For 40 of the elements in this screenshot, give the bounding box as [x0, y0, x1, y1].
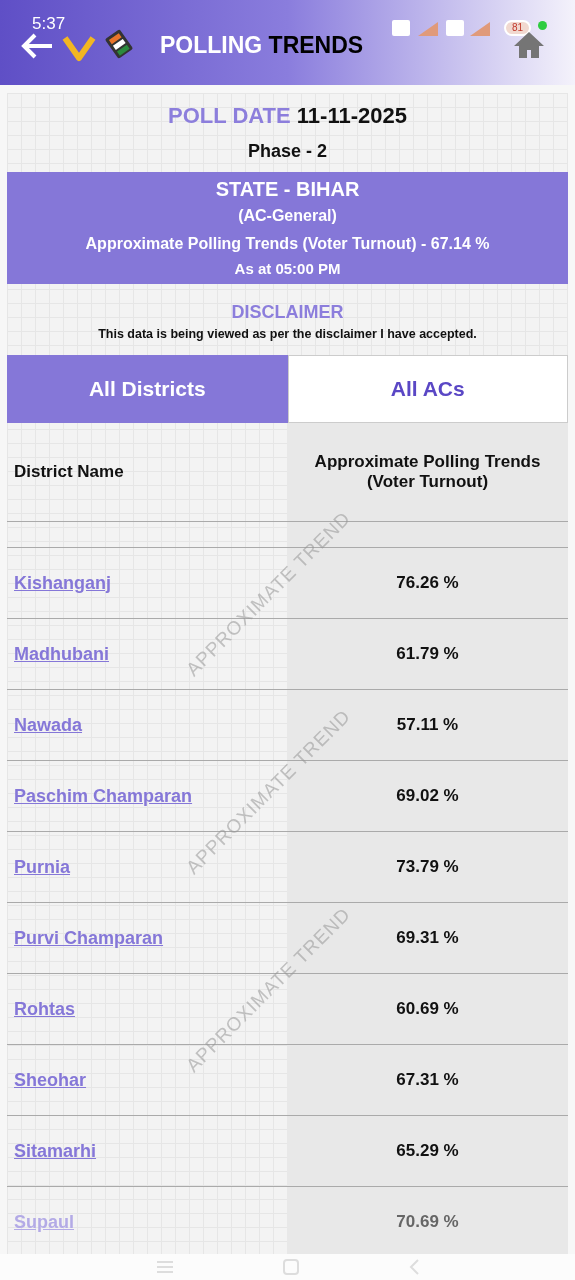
column-header: District Name [13, 461, 125, 483]
poll-date: POLL DATE 11-11-2025 [167, 102, 408, 129]
back-icon[interactable] [408, 1259, 419, 1275]
disclaimer-text: This data is being viewed as per the disclaimer I have accepted. [97, 327, 478, 341]
turnout-value: 67.31 % [396, 1070, 459, 1090]
district-link[interactable]: Nawada [14, 714, 83, 736]
election-type: (AC-General) [237, 206, 338, 226]
state-name: STATE - BIHAR [214, 177, 361, 202]
overall-turnout: Approximate Polling Trends (Voter Turnout) - 67.14 % [84, 234, 491, 254]
turnout-value: 61.79 % [396, 644, 459, 664]
turnout-value: 69.02 % [396, 786, 459, 806]
district-link[interactable]: Purnia [14, 856, 70, 878]
district-link[interactable]: Purvi Champaran [14, 927, 164, 949]
turnout-value: 73.79 % [396, 857, 459, 877]
district-link[interactable]: Sitamarhi [14, 1140, 97, 1162]
turnout-value: 70.69 % [396, 1212, 459, 1232]
turnout-value: 57.11 % [396, 715, 459, 735]
home-icon[interactable] [512, 30, 546, 60]
turnout-value: 76.26 % [396, 573, 459, 593]
district-link[interactable]: Madhubani [14, 643, 109, 665]
tab[interactable]: All ACs [287, 355, 568, 423]
phase-label: Phase - 2 [246, 141, 328, 162]
tab[interactable]: All Districts [7, 355, 288, 423]
camera-dot-icon [538, 21, 547, 30]
turnout-value: 69.31 % [396, 928, 459, 948]
status-time: 5:37 [32, 14, 66, 34]
turnout-value: 60.69 % [396, 999, 459, 1019]
turnout-value: 65.29 % [396, 1141, 459, 1161]
signal-icon [392, 18, 492, 38]
as-at-time: As at 05:00 PM [233, 259, 342, 279]
district-link[interactable]: Rohtas [14, 998, 75, 1020]
page-title: POLLING TRENDS [160, 32, 364, 59]
district-link[interactable]: Kishanganj [14, 572, 111, 594]
home-square-icon[interactable] [282, 1259, 299, 1275]
menu-icon[interactable] [156, 1261, 173, 1273]
district-link[interactable]: Supaul [14, 1211, 74, 1233]
disclaimer-heading: DISCLAIMER [230, 302, 345, 323]
district-link[interactable]: Sheohar [14, 1069, 87, 1091]
battery-indicator: 81 [504, 20, 532, 36]
back-arrow-icon[interactable] [20, 31, 54, 60]
